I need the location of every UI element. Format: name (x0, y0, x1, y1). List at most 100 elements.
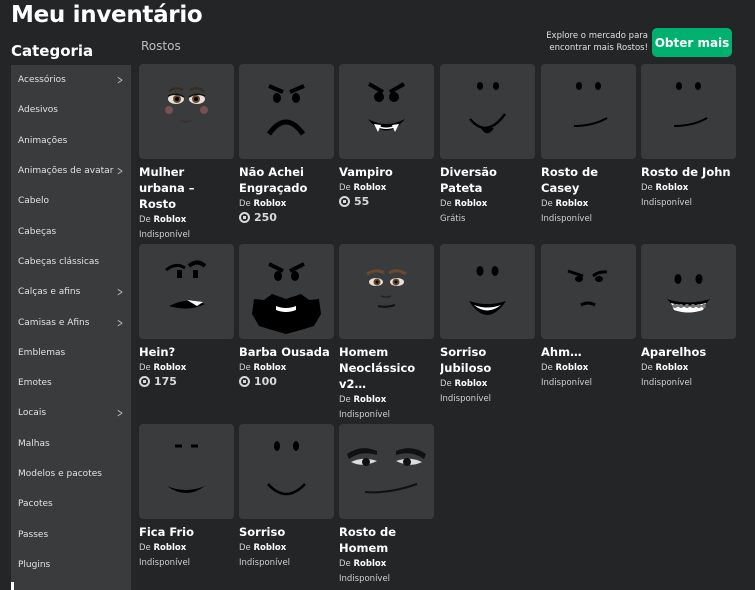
robux-icon (239, 212, 250, 223)
item-creator: De Roblox (339, 559, 387, 569)
item-status: Indisponível (239, 558, 291, 568)
item-creator: De Roblox (541, 363, 589, 373)
sidebar-item[interactable]: Modelos e pacotes (11, 459, 131, 489)
sidebar-item[interactable]: Passes (11, 519, 131, 549)
sidebar-item[interactable]: Animações de avatar > (11, 156, 131, 186)
sidebar-item[interactable]: Calças e afins > (11, 277, 131, 307)
item-name[interactable]: Hein? (139, 344, 234, 360)
item-status: Indisponível (339, 410, 391, 420)
goofy-face-icon (469, 82, 507, 134)
sidebar-item[interactable]: Cabeças (11, 216, 131, 246)
item-name[interactable]: Sorriso Jubiloso (440, 344, 535, 376)
item-thumbnail[interactable] (641, 64, 736, 159)
item-status: Indisponível (641, 198, 693, 208)
item-thumbnail[interactable] (239, 64, 334, 159)
item-thumbnail[interactable] (139, 244, 234, 339)
item-card[interactable]: Aparelhos De Roblox Indisponível (641, 244, 736, 390)
item-creator: De Roblox (139, 363, 187, 373)
sidebar-item[interactable]: Cabelo (11, 186, 131, 216)
item-thumbnail[interactable] (139, 424, 234, 519)
sidebar-item[interactable]: Plugins (11, 550, 131, 580)
item-thumbnail[interactable] (339, 64, 434, 159)
sidebar-item-label: Acessórios (18, 75, 66, 86)
item-card[interactable]: Hein? De Roblox 175 (139, 244, 234, 388)
sidebar-item-label: Animações (18, 135, 68, 146)
item-name[interactable]: Ahm… (541, 344, 636, 360)
item-card[interactable]: Ahm… De Roblox Indisponível (541, 244, 636, 390)
sidebar-item-label: Malhas (18, 438, 50, 449)
section-label: Rostos (141, 39, 181, 53)
item-price: 55 (339, 195, 434, 208)
sidebar-item[interactable]: Adesivos (11, 95, 131, 125)
item-card[interactable]: Vampiro De Roblox 55 (339, 64, 434, 208)
item-card[interactable]: Homem Neoclássico v2… De Roblox Indisponív… (339, 244, 434, 422)
item-thumbnail[interactable] (440, 64, 535, 159)
sidebar-item[interactable]: Locais > (11, 398, 131, 428)
sidebar-item-label: Passes (18, 529, 49, 540)
sidebar-item[interactable]: Cabeças clássicas (11, 247, 131, 277)
item-status: Indisponível (541, 378, 593, 388)
item-card[interactable]: Rosto de Homem De Roblox Indisponível (339, 424, 434, 586)
item-name[interactable]: Não Achei Engraçado (239, 164, 334, 196)
sidebar-item[interactable]: Emblemas (11, 338, 131, 368)
item-name[interactable]: Rosto de Casey (541, 164, 636, 196)
item-thumbnail[interactable] (339, 244, 434, 339)
sidebar-item-label: Modelos e pacotes (18, 469, 102, 479)
sidebar-item-label: Cabeças (18, 226, 57, 237)
chevron-right-icon: > (116, 315, 123, 330)
get-more-button[interactable]: Obter mais (652, 28, 732, 57)
item-thumbnail[interactable] (541, 244, 636, 339)
item-creator: De Roblox (440, 199, 488, 209)
hmm-face-icon (567, 269, 608, 307)
item-price: 250 (239, 211, 334, 224)
item-name[interactable]: Barba Ousada (239, 344, 334, 360)
item-thumbnail[interactable] (440, 244, 535, 339)
item-name[interactable]: Sorriso (239, 524, 334, 540)
item-thumbnail[interactable] (339, 424, 434, 519)
item-thumbnail[interactable] (239, 424, 334, 519)
item-card[interactable]: Fica Frio De Roblox Indisponível (139, 424, 234, 570)
item-status: Indisponível (139, 558, 191, 568)
item-creator: De Roblox (339, 395, 387, 405)
sidebar-item[interactable]: Emotes (11, 368, 131, 398)
item-card[interactable]: Não Achei Engraçado De Roblox 250 (239, 64, 334, 224)
item-name[interactable]: Fica Frio (139, 524, 234, 540)
item-creator: De Roblox (239, 363, 287, 373)
item-card[interactable]: Sorriso De Roblox Indisponível (239, 424, 334, 570)
item-name[interactable]: Homem Neoclássico v2… (339, 344, 434, 392)
item-card[interactable]: Mulher urbana – Rosto De Roblox Indisponív… (139, 64, 234, 242)
item-creator: De Roblox (139, 543, 187, 553)
item-status: Indisponível (139, 230, 191, 240)
item-thumbnail[interactable] (641, 244, 736, 339)
sidebar-item-label: Calças e afins (18, 287, 81, 298)
robux-icon (139, 376, 150, 387)
item-card[interactable]: Barba Ousada De Roblox 100 (239, 244, 334, 388)
item-name[interactable]: Diversão Pateta (440, 164, 535, 196)
woman-face-icon (165, 87, 208, 123)
item-thumbnail[interactable] (139, 64, 234, 159)
item-name[interactable]: Rosto de John (641, 164, 736, 180)
item-name[interactable]: Vampiro (339, 164, 434, 180)
sidebar-item[interactable]: Acessórios > (11, 65, 131, 95)
item-name[interactable]: Aparelhos (641, 344, 736, 360)
item-card[interactable]: Diversão Pateta De Roblox Grátis (440, 64, 535, 226)
sidebar-item-label: Plugins (18, 559, 51, 570)
item-card[interactable]: Rosto de Casey De Roblox Indisponível (541, 64, 636, 226)
item-creator: De Roblox (239, 543, 287, 553)
sidebar-item[interactable]: Animações (11, 126, 131, 156)
sidebar-item-label: Emblemas (18, 347, 66, 358)
braces-face-icon (667, 274, 710, 313)
sidebar-item[interactable]: Malhas (11, 429, 131, 459)
item-thumbnail[interactable] (541, 64, 636, 159)
item-name[interactable]: Rosto de Homem (339, 524, 434, 556)
item-card[interactable]: Sorriso Jubiloso De Roblox Indisponível (440, 244, 535, 406)
item-creator: De Roblox (139, 215, 187, 225)
item-card[interactable]: Rosto de John De Roblox Indisponível (641, 64, 736, 210)
item-price: 175 (139, 375, 234, 388)
item-name[interactable]: Mulher urbana – Rosto (139, 164, 234, 212)
item-status: Indisponível (541, 214, 593, 224)
sidebar-item[interactable]: Camisas e Afins > (11, 307, 131, 337)
item-creator: De Roblox (541, 199, 589, 209)
sidebar-item[interactable]: Pacotes (11, 489, 131, 519)
item-thumbnail[interactable] (239, 244, 334, 339)
